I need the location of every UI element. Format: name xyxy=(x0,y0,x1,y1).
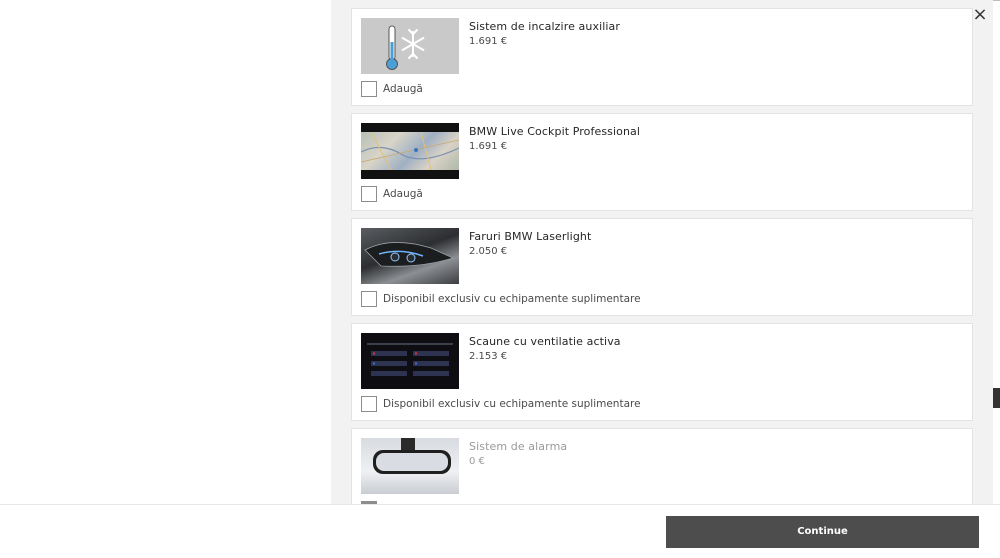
option-price: 1.691 € xyxy=(469,141,508,152)
auxiliary-heater-thumbnail xyxy=(361,18,459,74)
alarm-mirror-thumbnail xyxy=(361,438,459,494)
scrollbar-thumb[interactable] xyxy=(993,388,1000,408)
option-title: Sistem de incalzire auxiliar xyxy=(469,20,621,33)
option-card-live-cockpit: BMW Live Cockpit Professional 1.691 € Ad… xyxy=(351,113,973,211)
footer-bar: Continue xyxy=(0,504,1000,558)
ventilated-seats-thumbnail xyxy=(361,333,459,389)
add-checkbox[interactable] xyxy=(361,396,377,412)
option-title: Faruri BMW Laserlight xyxy=(469,230,592,243)
availability-label[interactable]: Disponibil exclusiv cu echipamente supli… xyxy=(383,293,641,305)
option-card-ventilated-seats: Scaune cu ventilatie activa 2.153 € Disp… xyxy=(351,323,973,421)
options-list[interactable]: Sistem de incalzire auxiliar 1.691 € Ada… xyxy=(331,0,993,504)
left-blank-panel xyxy=(0,0,331,504)
option-card-alarm-system: Sistem de alarma 0 € xyxy=(351,428,973,504)
option-price: 2.050 € xyxy=(469,246,508,257)
option-card-laserlight: Faruri BMW Laserlight 2.050 € Disponibil… xyxy=(351,218,973,316)
add-label[interactable]: Adaugă xyxy=(383,83,423,95)
close-icon[interactable]: × xyxy=(968,4,992,26)
add-checkbox[interactable] xyxy=(361,81,377,97)
option-card-auxiliary-heater: Sistem de incalzire auxiliar 1.691 € Ada… xyxy=(351,8,973,106)
navigation-map-image xyxy=(361,131,459,171)
add-label[interactable]: Adaugă xyxy=(383,188,423,200)
add-checkbox[interactable] xyxy=(361,186,377,202)
option-price: 1.691 € xyxy=(469,36,508,47)
option-price: 2.153 € xyxy=(469,351,508,362)
option-title: BMW Live Cockpit Professional xyxy=(469,125,641,138)
option-title: Sistem de alarma xyxy=(469,440,568,453)
availability-label[interactable]: Disponibil exclusiv cu echipamente supli… xyxy=(383,398,641,410)
laserlight-headlamp-thumbnail xyxy=(361,228,459,284)
add-checkbox[interactable] xyxy=(361,291,377,307)
option-title: Scaune cu ventilatie activa xyxy=(469,335,621,348)
continue-button[interactable]: Continue xyxy=(666,516,979,548)
option-price: 0 € xyxy=(469,456,485,467)
live-cockpit-thumbnail xyxy=(361,123,459,179)
